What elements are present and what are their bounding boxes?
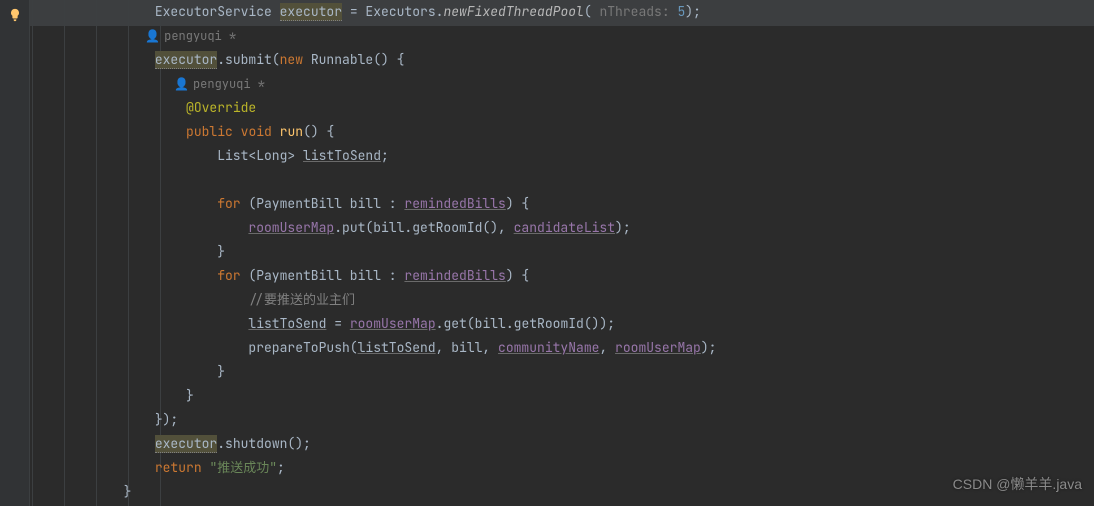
code-line[interactable]: List<Long> listToSend; [30, 144, 1094, 168]
code-editor[interactable]: ExecutorService executor = Executors.new… [30, 0, 1094, 504]
code-line[interactable]: executor.shutdown(); [30, 432, 1094, 456]
code-line[interactable]: } [30, 480, 1094, 504]
code-line[interactable]: } [30, 360, 1094, 384]
author-annotation: 👤pengyuqi * [30, 72, 1094, 96]
code-line[interactable]: prepareToPush(listToSend, bill, communit… [30, 336, 1094, 360]
code-line[interactable]: } [30, 384, 1094, 408]
warning-highlight: executor [155, 435, 217, 453]
code-line[interactable]: executor.submit(new Runnable() { [30, 48, 1094, 72]
author-annotation: 👤pengyuqi * [30, 24, 1094, 48]
person-icon: 👤 [174, 72, 189, 96]
warning-highlight: executor [155, 51, 217, 69]
param-hint: nThreads: [592, 3, 678, 20]
person-icon: 👤 [145, 24, 160, 48]
code-line[interactable]: listToSend = roomUserMap.get(bill.getRoo… [30, 312, 1094, 336]
code-line[interactable]: for (PaymentBill bill : remindedBills) { [30, 192, 1094, 216]
code-line[interactable] [30, 168, 1094, 192]
watermark: CSDN @懒羊羊.java [953, 472, 1082, 496]
code-line[interactable]: } [30, 240, 1094, 264]
warning-highlight: executor [280, 3, 342, 21]
lightbulb-icon[interactable] [8, 6, 22, 20]
code-line[interactable]: roomUserMap.put(bill.getRoomId(), candid… [30, 216, 1094, 240]
code-line[interactable]: public void run() { [30, 120, 1094, 144]
code-line[interactable]: ExecutorService executor = Executors.new… [30, 0, 1094, 24]
code-line[interactable]: //要推送的业主们 [30, 288, 1094, 312]
code-line[interactable]: }); [30, 408, 1094, 432]
code-line[interactable]: for (PaymentBill bill : remindedBills) { [30, 264, 1094, 288]
code-line[interactable]: return "推送成功"; [30, 456, 1094, 480]
editor-gutter [0, 0, 30, 506]
code-line[interactable]: @Override [30, 96, 1094, 120]
